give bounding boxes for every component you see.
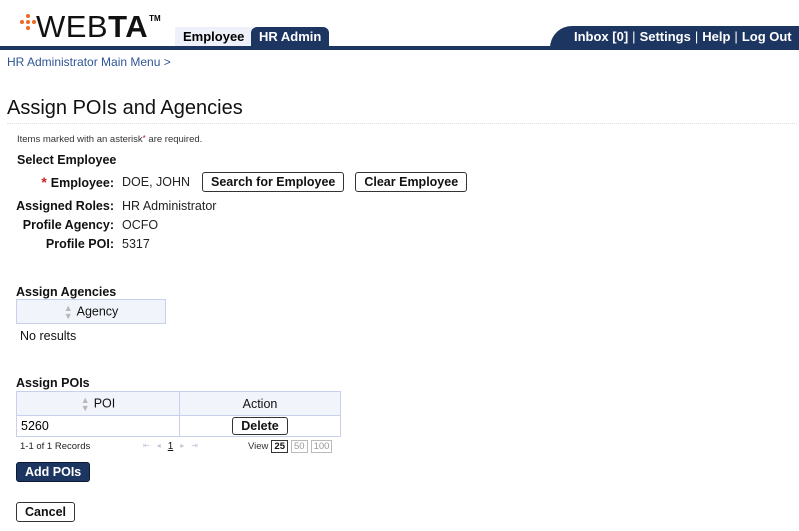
page-navigation: ⇤ ◂ 1 ▸ ⇥	[143, 441, 198, 452]
profile-agency-label: Profile Agency:	[22, 218, 114, 232]
page-size-50[interactable]: 50	[291, 440, 308, 453]
assign-agencies-heading: Assign Agencies	[16, 285, 117, 299]
breadcrumb: HR Administrator Main Menu >	[7, 55, 171, 69]
profile-poi-row: Profile POI: 5317	[8, 237, 150, 251]
profile-agency-value: OCFO	[122, 218, 159, 232]
logout-link[interactable]: Log Out	[742, 29, 792, 44]
page-size-100[interactable]: 100	[310, 440, 333, 453]
agency-column-header[interactable]: ▲ ▼ Agency	[16, 299, 166, 324]
agencies-empty-message: No results	[20, 329, 77, 343]
profile-poi-label: Profile POI:	[45, 237, 114, 251]
logo-text: WEBTA	[36, 9, 149, 44]
cancel-button[interactable]: Cancel	[16, 502, 75, 522]
sort-icon: ▲ ▼	[63, 302, 73, 321]
prev-page-icon[interactable]: ◂	[157, 441, 161, 452]
breadcrumb-separator: >	[163, 55, 171, 69]
profile-poi-value: 5317	[122, 237, 150, 251]
required-note-suffix: are required.	[145, 134, 203, 145]
app-header: WEBTA TM Employee HR Admin Inbox [0] | Set…	[0, 0, 799, 50]
logo-trademark: TM	[149, 14, 161, 23]
required-note: Items marked with an asterisk* are requi…	[17, 134, 202, 145]
page-size-25[interactable]: 25	[271, 440, 288, 453]
assigned-roles-label: Assigned Roles:	[16, 199, 114, 213]
next-page-icon[interactable]: ▸	[180, 441, 184, 452]
required-asterisk-icon: *	[41, 174, 47, 190]
tab-hr-admin[interactable]: HR Admin	[251, 27, 330, 47]
select-employee-heading: Select Employee	[17, 153, 117, 167]
title-divider	[7, 123, 797, 124]
poi-column-header[interactable]: ▲ ▼ POI	[16, 391, 180, 416]
add-pois-button[interactable]: Add POIs	[16, 462, 91, 482]
page-title: Assign POIs and Agencies	[7, 97, 243, 119]
table-row: 5260 Delete	[16, 415, 341, 437]
sort-icon: ▲ ▼	[80, 394, 90, 413]
action-column-header: Action	[179, 391, 341, 416]
webta-logo[interactable]: WEBTA TM	[20, 9, 161, 46]
separator: |	[632, 29, 636, 44]
last-page-icon[interactable]: ⇥	[191, 441, 198, 452]
delete-button[interactable]: Delete	[232, 417, 288, 435]
clear-employee-button[interactable]: Clear Employee	[355, 172, 468, 192]
assigned-roles-value: HR Administrator	[122, 199, 217, 213]
assign-pois-heading: Assign POIs	[16, 376, 90, 390]
view-label: View	[248, 441, 269, 452]
utility-nav: Inbox [0] | Settings | Help | Log Out	[550, 26, 799, 48]
first-page-icon[interactable]: ⇤	[143, 441, 150, 452]
help-link[interactable]: Help	[702, 29, 730, 44]
poi-cell: 5260	[16, 415, 180, 437]
records-count: 1-1 of 1 Records	[20, 441, 91, 452]
navbar-divider	[0, 46, 799, 50]
action-cell: Delete	[179, 415, 341, 437]
current-page[interactable]: 1	[168, 441, 174, 452]
inbox-link[interactable]: Inbox [0]	[574, 29, 628, 44]
employee-field-row: * Employee: DOE, JOHN Search for Employee…	[8, 172, 468, 192]
separator: |	[734, 29, 738, 44]
profile-agency-row: Profile Agency: OCFO	[8, 218, 158, 232]
separator: |	[694, 29, 699, 44]
employee-label: * Employee:	[41, 174, 114, 190]
agencies-table: ▲ ▼ Agency	[16, 299, 166, 324]
search-employee-button[interactable]: Search for Employee	[202, 172, 345, 192]
page-size-selector: View 25 50 100	[248, 440, 333, 453]
employee-value: DOE, JOHN	[122, 175, 191, 189]
breadcrumb-main-menu[interactable]: HR Administrator Main Menu	[7, 55, 160, 69]
settings-link[interactable]: Settings	[640, 29, 691, 44]
logo-dots-icon	[20, 14, 36, 36]
pois-table: ▲ ▼ POI Action 5260 Delete	[16, 391, 341, 437]
required-note-text: Items marked with an asterisk	[17, 134, 143, 145]
assigned-roles-row: Assigned Roles: HR Administrator	[8, 199, 216, 213]
tab-employee[interactable]: Employee	[175, 27, 253, 47]
